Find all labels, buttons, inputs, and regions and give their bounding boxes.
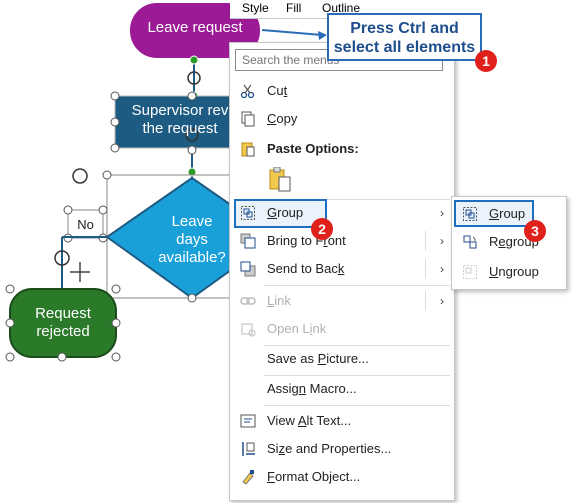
step-badge-2: 2 (311, 218, 333, 240)
decision-label-3: available? (158, 249, 226, 266)
menu-item-size-and-properties[interactable]: Size and Properties... (230, 437, 454, 461)
menu-item-send-to-back[interactable]: Send to Back › (230, 257, 454, 281)
menu-item-save-as-picture[interactable]: Save as Picture... (230, 347, 454, 371)
step-badge-3: 3 (524, 220, 546, 242)
format-object-icon (242, 470, 254, 485)
submenu-item-regroup[interactable]: Regroup (452, 229, 566, 255)
paste-options-heading: Paste Options: (230, 137, 454, 161)
no-label: No (77, 217, 94, 232)
connector-handle[interactable] (189, 55, 199, 65)
decision-label-2: days (176, 231, 208, 248)
size-properties-icon (242, 442, 255, 456)
submenu-item-group[interactable]: Group (452, 201, 566, 227)
menu-item-group[interactable]: Group › (230, 201, 454, 225)
leave-request-label: Leave request (147, 19, 243, 36)
link-icon (240, 297, 256, 305)
step-badge-1: 1 (475, 50, 497, 72)
callout-arrow (261, 29, 323, 36)
group-icon (463, 207, 477, 221)
group-submenu: Group Regroup Ungroup (451, 196, 567, 290)
submenu-item-ungroup[interactable]: Ungroup (452, 259, 566, 285)
submenu-arrow-icon: › (440, 294, 444, 308)
rotate-handle-icon[interactable] (72, 168, 88, 184)
paste-icon (241, 142, 255, 157)
ungroup-icon (463, 265, 477, 279)
menu-item-bring-to-front[interactable]: Bring to Front › (230, 229, 454, 253)
decision-label-1: Leave (171, 213, 213, 230)
regroup-icon (463, 235, 477, 249)
alt-text-icon (240, 414, 256, 428)
move-cursor-icon (70, 262, 90, 282)
menu-item-assign-macro[interactable]: Assign Macro... (230, 377, 454, 401)
menu-item-open-link[interactable]: Open Link (230, 317, 454, 341)
group-icon (241, 206, 255, 220)
supervisor-label-1: Supervisor rev (131, 102, 229, 119)
callout-line-1: Press Ctrl and (350, 20, 459, 37)
fill-button[interactable]: Fill (286, 1, 301, 15)
copy-icon (241, 111, 255, 127)
submenu-arrow-icon: › (440, 234, 444, 248)
menu-item-link[interactable]: Link › (230, 289, 454, 313)
context-menu: Cut Copy Paste Options: Group › Bring to… (229, 42, 455, 501)
bring-to-front-icon (240, 233, 256, 249)
scissors-icon (240, 84, 255, 99)
menu-item-format-object[interactable]: Format Object... (230, 465, 454, 489)
submenu-arrow-icon: › (440, 262, 444, 276)
instruction-callout: Press Ctrl and select all elements (327, 13, 482, 61)
style-button[interactable]: Style (242, 1, 269, 15)
rejected-label-1: Request (35, 305, 91, 322)
rejected-label-2: rejected (36, 323, 90, 340)
open-link-icon (241, 323, 256, 337)
menu-item-cut[interactable]: Cut (230, 79, 454, 103)
send-to-back-icon (240, 261, 256, 277)
paste-keep-formatting-icon[interactable] (268, 167, 292, 193)
supervisor-label-2: the request (142, 120, 218, 137)
menu-item-copy[interactable]: Copy (230, 107, 454, 131)
callout-line-2: select all elements (333, 39, 476, 56)
menu-item-view-alt-text[interactable]: View Alt Text... (230, 409, 454, 433)
submenu-arrow-icon: › (440, 206, 444, 220)
